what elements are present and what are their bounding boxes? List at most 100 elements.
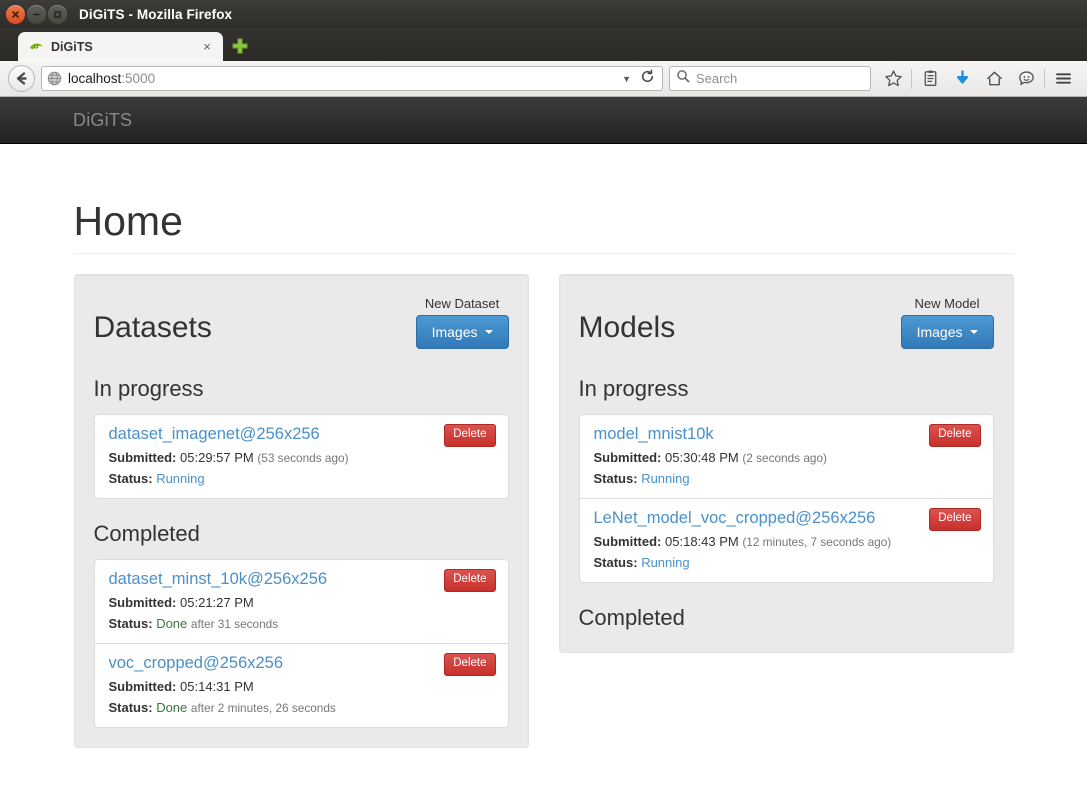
submitted-ago: (2 seconds ago) bbox=[742, 450, 827, 465]
status-badge: Running bbox=[641, 470, 690, 486]
status-label: Status: bbox=[108, 615, 153, 631]
datasets-section-heading-in-progress: In progress bbox=[93, 376, 204, 402]
delete-button[interactable]: Delete bbox=[444, 653, 496, 677]
models-title: Models bbox=[578, 311, 676, 345]
window-maximize-button[interactable] bbox=[48, 4, 67, 24]
submitted-label: Submitted: bbox=[593, 449, 662, 465]
submitted-row: Submitted: 05:30:48 PM (2 seconds ago) bbox=[594, 448, 981, 468]
status-extra: after 2 minutes, 26 seconds bbox=[190, 700, 336, 715]
panels-row: Datasets New Dataset Images In progress bbox=[73, 274, 1014, 749]
tab-label: DiGiTS bbox=[51, 39, 93, 54]
dataset-link[interactable]: dataset_imagenet@256x256 bbox=[109, 424, 320, 445]
list-item-header: dataset_minst_10k@256x256 Delete bbox=[109, 569, 496, 593]
submitted-time: 05:18:43 PM bbox=[665, 533, 739, 549]
submitted-label: Submitted: bbox=[593, 533, 662, 549]
bookmark-star-icon[interactable] bbox=[877, 65, 909, 93]
submitted-row: Submitted: 05:14:31 PM bbox=[109, 677, 496, 697]
new-model-images-button[interactable]: Images bbox=[900, 315, 994, 350]
list-item-header: model_mnist10k Delete bbox=[594, 424, 981, 447]
models-section-heading-completed: Completed bbox=[578, 605, 685, 631]
model-link[interactable]: model_mnist10k bbox=[594, 424, 714, 445]
datasets-title: Datasets bbox=[93, 311, 212, 345]
models-in-progress-list: model_mnist10k Delete Submitted: 05:30:4… bbox=[578, 414, 994, 584]
datasets-panel: Datasets New Dataset Images In progress bbox=[73, 274, 529, 749]
status-row: Status: Done after 31 seconds bbox=[109, 614, 496, 634]
url-port: :5000 bbox=[121, 71, 156, 86]
datasets-section-heading-completed: Completed bbox=[93, 521, 200, 547]
new-model-label: New Model bbox=[914, 296, 980, 312]
status-badge: Done bbox=[156, 699, 188, 715]
list-item[interactable]: voc_cropped@256x256 Delete Submitted: 05… bbox=[95, 644, 508, 727]
back-button[interactable] bbox=[8, 65, 35, 92]
status-extra: after 31 seconds bbox=[190, 616, 279, 631]
delete-button[interactable]: Delete bbox=[929, 508, 981, 531]
nvidia-eye-icon bbox=[28, 39, 44, 55]
model-link[interactable]: LeNet_model_voc_cropped@256x256 bbox=[594, 508, 876, 529]
window-title: DiGiTS - Mozilla Firefox bbox=[79, 6, 233, 22]
sync-chat-icon[interactable] bbox=[1010, 65, 1042, 93]
submitted-time: 05:30:48 PM bbox=[665, 449, 739, 465]
status-badge: Done bbox=[156, 615, 188, 631]
address-bar-actions: ▼ bbox=[622, 69, 657, 89]
datasets-completed-list: dataset_minst_10k@256x256 Delete Submitt… bbox=[93, 559, 509, 729]
submitted-row: Submitted: 05:18:43 PM (12 minutes, 7 se… bbox=[594, 532, 981, 552]
submitted-row: Submitted: 05:29:57 PM (53 seconds ago) bbox=[109, 448, 496, 468]
status-row: Status: Done after 2 minutes, 26 seconds bbox=[109, 698, 496, 718]
search-icon bbox=[676, 69, 690, 88]
status-label: Status: bbox=[593, 554, 638, 570]
window-close-button[interactable] bbox=[6, 4, 25, 24]
datasets-in-progress-list: dataset_imagenet@256x256 Delete Submitte… bbox=[93, 414, 509, 500]
status-label: Status: bbox=[108, 470, 153, 486]
submitted-label: Submitted: bbox=[108, 679, 177, 695]
search-input[interactable]: Search bbox=[669, 66, 871, 91]
title-bar: DiGiTS - Mozilla Firefox bbox=[0, 0, 1087, 28]
delete-button[interactable]: Delete bbox=[929, 424, 981, 447]
url-text: localhost:5000 bbox=[68, 71, 155, 86]
models-panel-header: Models New Model Images bbox=[579, 294, 994, 354]
window-minimize-button[interactable] bbox=[27, 4, 46, 24]
chevron-down-icon bbox=[484, 330, 493, 335]
submitted-ago: (12 minutes, 7 seconds ago) bbox=[742, 534, 892, 549]
submitted-time: 05:14:31 PM bbox=[180, 679, 254, 695]
delete-button[interactable]: Delete bbox=[444, 424, 496, 447]
list-item[interactable]: dataset_imagenet@256x256 Delete Submitte… bbox=[95, 415, 508, 498]
list-item[interactable]: LeNet_model_voc_cropped@256x256 Delete S… bbox=[580, 499, 993, 582]
new-model-button-label: Images bbox=[916, 324, 963, 341]
delete-button[interactable]: Delete bbox=[444, 569, 496, 593]
page-header: Home bbox=[73, 198, 1014, 255]
downloads-icon[interactable] bbox=[946, 65, 978, 93]
app-navbar: DiGiTS bbox=[0, 97, 1087, 144]
menu-hamburger-icon[interactable] bbox=[1047, 65, 1079, 93]
toolbar-divider bbox=[911, 68, 912, 89]
close-icon[interactable]: × bbox=[199, 39, 215, 55]
dataset-link[interactable]: voc_cropped@256x256 bbox=[109, 653, 284, 674]
chevron-down-icon[interactable]: ▼ bbox=[622, 74, 631, 84]
submitted-time: 05:29:57 PM bbox=[180, 449, 254, 465]
status-badge: Running bbox=[641, 554, 690, 570]
new-tab-button[interactable] bbox=[227, 33, 253, 59]
status-row: Status: Running bbox=[594, 553, 981, 573]
home-icon[interactable] bbox=[978, 65, 1010, 93]
navbar-brand[interactable]: DiGiTS bbox=[73, 110, 132, 131]
page-viewport: DiGiTS Home Datasets New Dataset Images … bbox=[0, 97, 1087, 801]
new-dataset-images-button[interactable]: Images bbox=[415, 315, 509, 350]
toolbar-divider bbox=[1044, 68, 1045, 89]
list-item-header: LeNet_model_voc_cropped@256x256 Delete bbox=[594, 508, 981, 531]
dataset-link[interactable]: dataset_minst_10k@256x256 bbox=[109, 569, 328, 590]
datasets-panel-header: Datasets New Dataset Images bbox=[94, 294, 509, 354]
status-label: Status: bbox=[593, 470, 638, 486]
library-icon[interactable] bbox=[914, 65, 946, 93]
tab-digits[interactable]: DiGiTS × bbox=[18, 32, 223, 61]
submitted-label: Submitted: bbox=[108, 595, 177, 611]
address-bar[interactable]: localhost:5000 ▼ bbox=[41, 66, 663, 91]
submitted-row: Submitted: 05:21:27 PM bbox=[109, 593, 496, 613]
list-item[interactable]: dataset_minst_10k@256x256 Delete Submitt… bbox=[94, 560, 508, 645]
url-host: localhost bbox=[68, 71, 122, 86]
models-column: Models New Model Images In progress mode… bbox=[558, 274, 1014, 654]
models-panel: Models New Model Images In progress mode… bbox=[558, 274, 1014, 654]
list-item-header: voc_cropped@256x256 Delete bbox=[109, 653, 496, 677]
reload-icon[interactable] bbox=[640, 69, 655, 89]
list-item[interactable]: model_mnist10k Delete Submitted: 05:30:4… bbox=[579, 415, 993, 500]
submitted-time: 05:21:27 PM bbox=[180, 595, 254, 611]
toolbar-icons bbox=[877, 65, 1079, 93]
